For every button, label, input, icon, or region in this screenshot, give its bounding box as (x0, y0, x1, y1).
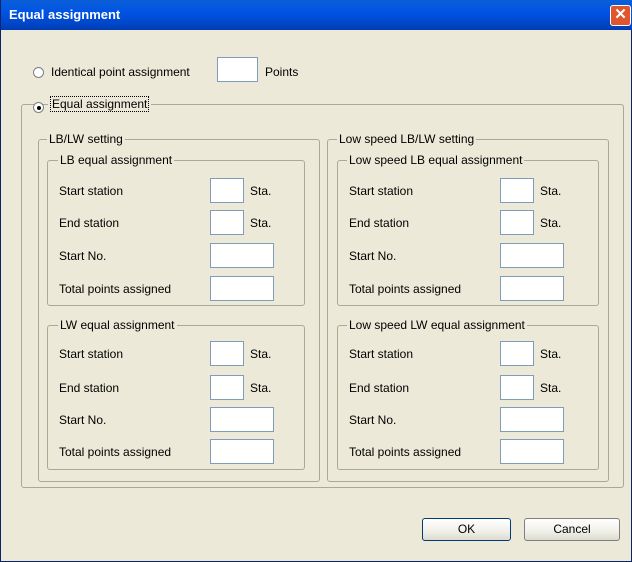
equal-assignment-label[interactable]: Equal assignment (50, 96, 150, 112)
lw-start-station-input[interactable] (210, 341, 244, 366)
lb-start-no-input[interactable] (210, 243, 274, 268)
lw-equal-title: LW equal assignment (58, 318, 177, 332)
lw-total-points-label: Total points assigned (59, 445, 172, 459)
lw-end-station-unit: Sta. (250, 381, 272, 395)
lb-equal-title: LB equal assignment (58, 153, 175, 167)
lw-start-no-label: Start No. (59, 413, 107, 427)
lw-end-station-label: End station (59, 381, 120, 395)
low-lw-end-station-input[interactable] (500, 375, 534, 400)
window-title: Equal assignment (9, 7, 121, 22)
dialog-window: Equal assignment ✕ Identical point assig… (0, 0, 632, 562)
lw-start-no-input[interactable] (210, 407, 274, 432)
low-lb-start-no-input[interactable] (500, 243, 564, 268)
lb-end-station-input[interactable] (210, 210, 244, 235)
lb-start-station-unit: Sta. (250, 184, 272, 198)
points-unit-label: Points (265, 65, 299, 79)
low-lw-start-station-label: Start station (349, 347, 414, 361)
low-lw-equal-title: Low speed LW equal assignment (347, 318, 527, 332)
lb-total-points-label: Total points assigned (59, 282, 172, 296)
low-lb-end-station-unit: Sta. (540, 216, 562, 230)
lb-total-points-input[interactable] (210, 276, 274, 301)
cancel-button[interactable]: Cancel (524, 518, 620, 541)
lw-start-station-unit: Sta. (250, 347, 272, 361)
low-lb-start-station-label: Start station (349, 184, 414, 198)
low-lb-start-station-input[interactable] (500, 178, 534, 203)
low-lw-total-points-label: Total points assigned (349, 445, 462, 459)
lb-start-station-input[interactable] (210, 178, 244, 203)
low-lw-start-no-input[interactable] (500, 407, 564, 432)
low-lw-end-station-unit: Sta. (540, 381, 562, 395)
lw-total-points-input[interactable] (210, 439, 274, 464)
low-lw-start-station-input[interactable] (500, 341, 534, 366)
lw-start-station-label: Start station (59, 347, 124, 361)
lblw-setting-title: LB/LW setting (47, 132, 125, 146)
lw-end-station-input[interactable] (210, 375, 244, 400)
low-lw-start-station-unit: Sta. (540, 347, 562, 361)
low-lb-end-station-input[interactable] (500, 210, 534, 235)
low-lw-end-station-label: End station (349, 381, 410, 395)
low-lb-start-no-label: Start No. (349, 249, 397, 263)
lb-end-station-label: End station (59, 216, 120, 230)
ok-button[interactable]: OK (422, 518, 511, 541)
identical-assignment-label[interactable]: Identical point assignment (51, 65, 190, 79)
low-lb-total-points-input[interactable] (500, 276, 564, 301)
low-lw-total-points-input[interactable] (500, 439, 564, 464)
low-speed-setting-title: Low speed LB/LW setting (337, 132, 477, 146)
lb-end-station-unit: Sta. (250, 216, 272, 230)
low-lb-equal-title: Low speed LB equal assignment (347, 153, 525, 167)
identical-points-input[interactable] (217, 57, 258, 82)
low-lb-total-points-label: Total points assigned (349, 282, 462, 296)
equal-assignment-radio[interactable] (33, 102, 44, 113)
title-bar[interactable]: Equal assignment ✕ (1, 0, 632, 30)
low-lb-start-station-unit: Sta. (540, 184, 562, 198)
equal-assignment-label-wrap: Equal assignment (48, 96, 152, 112)
close-icon[interactable]: ✕ (610, 5, 631, 26)
low-lw-start-no-label: Start No. (349, 413, 397, 427)
low-lb-end-station-label: End station (349, 216, 410, 230)
ok-button-label: OK (457, 522, 476, 536)
lb-start-station-label: Start station (59, 184, 124, 198)
cancel-button-label: Cancel (553, 522, 591, 536)
identical-assignment-radio[interactable] (33, 67, 44, 78)
lb-start-no-label: Start No. (59, 249, 107, 263)
